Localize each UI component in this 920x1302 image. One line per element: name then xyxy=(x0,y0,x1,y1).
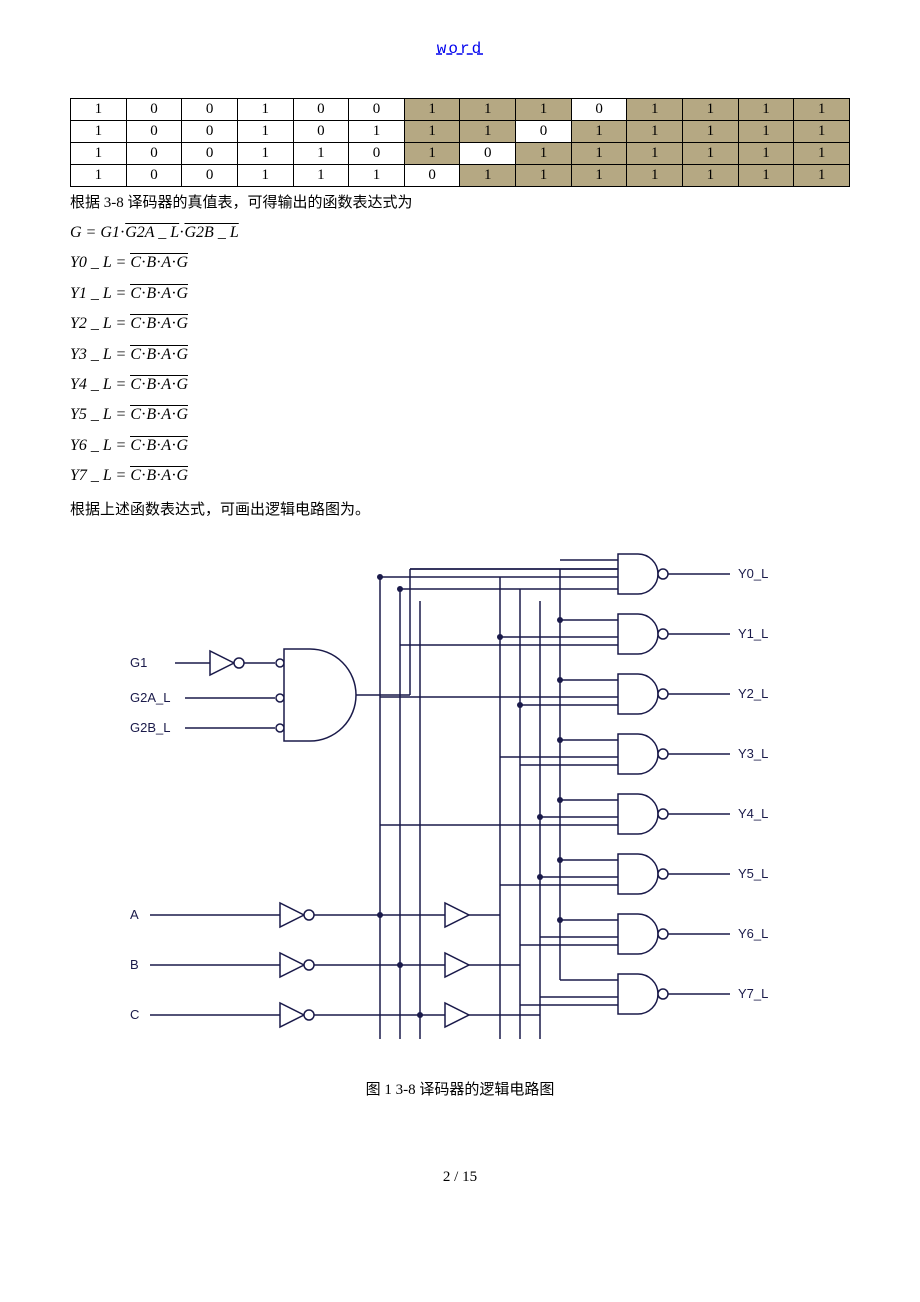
page-content: word 100100 11101111 100101 11011111 100… xyxy=(70,40,850,1186)
eq-y4: Y4 _ L = C·B·A·G xyxy=(70,370,850,400)
label-y7: Y7_L xyxy=(738,986,768,1001)
table-row: 100111 01111111 xyxy=(71,165,850,187)
label-g2b: G2B_L xyxy=(130,720,170,735)
nand-array xyxy=(618,554,668,1014)
truth-table: 100100 11101111 100101 11011111 100110 1… xyxy=(70,98,850,187)
label-y2: Y2_L xyxy=(738,686,768,701)
label-b: B xyxy=(130,957,139,972)
label-y4: Y4_L xyxy=(738,806,768,821)
label-y1: Y1_L xyxy=(738,626,768,641)
eq-y3: Y3 _ L = C·B·A·G xyxy=(70,340,850,370)
label-c: C xyxy=(130,1007,139,1022)
intro-text-1: 根据 3-8 译码器的真值表，可得输出的函数表达式为 xyxy=(70,191,850,212)
figure-caption: 图 1 3-8 译码器的逻辑电路图 xyxy=(70,1078,850,1099)
label-y6: Y6_L xyxy=(738,926,768,941)
eq-g: G = G1·G2A _ L·G2B _ L xyxy=(70,218,850,248)
eq-y0: Y0 _ L = C·B·A·G xyxy=(70,248,850,278)
header-link[interactable]: word xyxy=(70,40,850,58)
label-g1: G1 xyxy=(130,655,147,670)
intro-text-2: 根据上述函数表达式，可画出逻辑电路图为。 xyxy=(70,498,850,519)
equation-block: G = G1·G2A _ L·G2B _ L Y0 _ L = C·B·A·G … xyxy=(70,218,850,492)
label-g2a: G2A_L xyxy=(130,690,170,705)
eq-y5: Y5 _ L = C·B·A·G xyxy=(70,400,850,430)
table-row: 100101 11011111 xyxy=(71,121,850,143)
table-row: 100100 11101111 xyxy=(71,99,850,121)
label-a: A xyxy=(130,907,139,922)
eq-y2: Y2 _ L = C·B·A·G xyxy=(70,309,850,339)
eq-y1: Y1 _ L = C·B·A·G xyxy=(70,279,850,309)
table-row: 100110 10111111 xyxy=(71,143,850,165)
eq-y7: Y7 _ L = C·B·A·G xyxy=(70,461,850,491)
logic-circuit-diagram: G1 G2A_L G2B_L A B C xyxy=(70,549,850,1074)
label-y5: Y5_L xyxy=(738,866,768,881)
label-y0: Y0_L xyxy=(738,566,768,581)
label-y3: Y3_L xyxy=(738,746,768,761)
page-number: 2 / 15 xyxy=(70,1169,850,1186)
eq-y6: Y6 _ L = C·B·A·G xyxy=(70,431,850,461)
